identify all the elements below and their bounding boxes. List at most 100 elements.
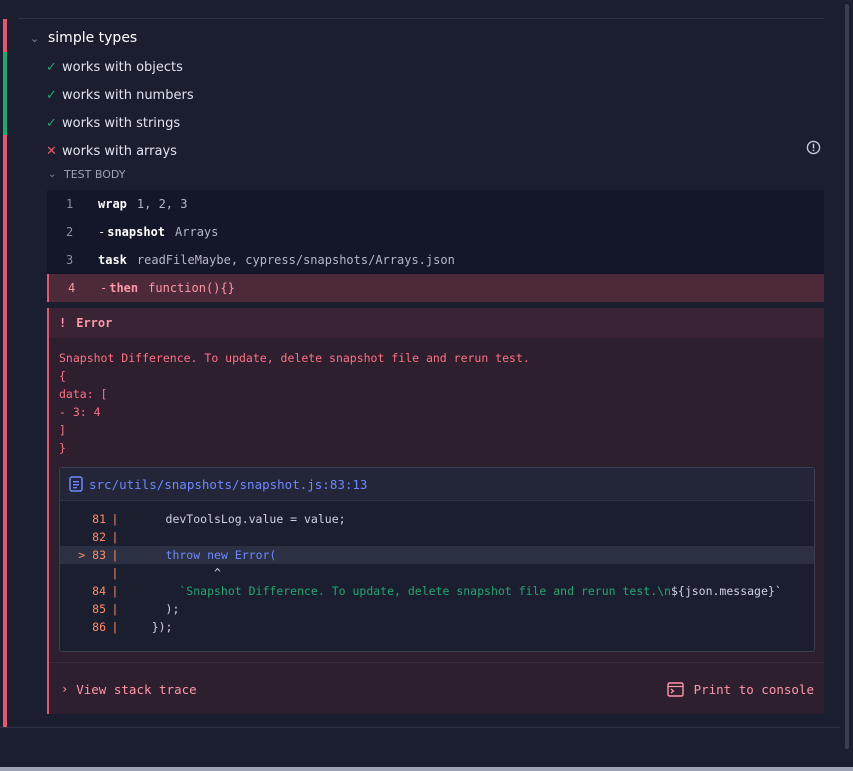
error-panel: ! Error Snapshot Difference. To update, … <box>47 308 824 714</box>
error-message-line: data: [ <box>59 387 108 401</box>
command-message: readFileMaybe, cypress/snapshots/Arrays.… <box>136 253 455 267</box>
line-gutter: | <box>111 602 119 616</box>
print-to-console-button[interactable]: Print to console <box>666 681 814 697</box>
command-message: function(){} <box>148 281 235 295</box>
test-row[interactable]: ✓ works with objects <box>46 57 183 77</box>
line-code: `Snapshot Difference. To update, delete … <box>124 584 782 598</box>
command-message: Arrays <box>175 225 219 239</box>
line-gutter: | <box>111 584 119 598</box>
code-line: 86 | }); <box>60 618 814 636</box>
scrollbar-thumb[interactable] <box>845 4 849 749</box>
line-number: 86 <box>92 620 106 634</box>
code-lines: 81 | devToolsLog.value = value; 82 | > 8… <box>60 510 814 636</box>
command-log: 1 wrap 1, 2, 3 2 - snapshot Arrays 3 tas… <box>47 190 824 302</box>
code-line: 82 | <box>60 528 814 546</box>
command-number: 1 <box>66 197 74 211</box>
view-stack-trace-button[interactable]: › View stack trace <box>61 682 197 697</box>
tests-passed-indicator <box>3 52 7 135</box>
code-keyword: new <box>200 548 228 562</box>
file-icon <box>69 476 83 492</box>
command-row[interactable]: 1 wrap 1, 2, 3 <box>47 190 824 218</box>
chevron-right-icon: › <box>61 682 69 696</box>
line-number: 81 <box>92 512 106 526</box>
command-name: task <box>98 253 127 267</box>
line-marker: > <box>78 548 86 562</box>
check-icon: ✓ <box>46 115 57 131</box>
code-frame-file-link[interactable]: src/utils/snapshots/snapshot.js:83:13 <box>89 477 367 492</box>
code-keyword: throw <box>124 548 201 562</box>
line-gutter: | <box>111 620 119 634</box>
code-frame-header[interactable]: src/utils/snapshots/snapshot.js:83:13 <box>60 468 814 501</box>
suite-title: simple types <box>48 30 138 46</box>
chevron-down-icon: ⌄ <box>30 31 40 45</box>
error-message-line: { <box>59 369 66 383</box>
window-bottom-edge <box>0 767 853 771</box>
error-message: Snapshot Difference. To update, delete s… <box>59 349 530 457</box>
command-number: 3 <box>66 253 74 267</box>
line-gutter: | <box>111 566 119 580</box>
command-row[interactable]: 2 - snapshot Arrays <box>47 218 824 246</box>
code-token: ${json.message}` <box>670 584 782 598</box>
command-row-failed[interactable]: 4 - then function(){} <box>47 274 824 302</box>
line-code: ); <box>124 602 180 616</box>
suite-header[interactable]: ⌄ simple types <box>30 28 137 48</box>
test-row[interactable]: ✕ works with arrays <box>46 141 177 161</box>
check-icon: ✓ <box>46 59 57 75</box>
top-divider <box>18 18 824 19</box>
test-body-label: TEST BODY <box>64 168 126 181</box>
test-title: works with strings <box>62 115 181 131</box>
error-message-line: ] <box>59 423 66 437</box>
test-row[interactable]: ✓ works with strings <box>46 113 180 133</box>
alert-icon[interactable] <box>806 140 821 155</box>
check-icon: ✓ <box>46 87 57 103</box>
test-body-toggle[interactable]: ⌄ TEST BODY <box>48 168 125 181</box>
error-footer: › View stack trace Print to console <box>49 662 824 715</box>
code-line: | ^ <box>60 564 814 582</box>
error-caret: ^ <box>124 566 221 580</box>
command-number: 2 <box>66 225 74 239</box>
child-command-marker: - <box>98 225 106 239</box>
print-to-console-label: Print to console <box>693 681 814 697</box>
error-message-line: - 3: 4 <box>59 405 101 419</box>
error-title: Error <box>76 316 113 330</box>
line-number: 82 <box>92 530 106 544</box>
error-message-line: } <box>59 441 66 455</box>
command-row[interactable]: 3 task readFileMaybe, cypress/snapshots/… <box>47 246 824 274</box>
line-number: > 83 <box>60 548 108 562</box>
error-bang-icon: ! <box>59 316 67 330</box>
line-gutter: | <box>111 548 119 562</box>
test-row[interactable]: ✓ works with numbers <box>46 85 194 105</box>
command-message: 1, 2, 3 <box>136 197 188 211</box>
code-line-highlighted: > 83 | throw new Error( <box>60 546 814 564</box>
view-stack-trace-label: View stack trace <box>76 681 197 697</box>
code-line: 81 | devToolsLog.value = value; <box>60 510 814 528</box>
bottom-divider <box>0 727 840 728</box>
command-name: wrap <box>98 197 127 211</box>
line-code: }); <box>124 620 173 634</box>
line-code: throw new Error( <box>124 548 277 562</box>
test-title: works with arrays <box>62 143 177 159</box>
code-token: Error( <box>227 548 277 562</box>
chevron-down-icon: ⌄ <box>48 169 57 180</box>
line-number-value: 83 <box>92 548 106 562</box>
reporter-panel: ⌄ simple types ✓ works with objects ✓ wo… <box>0 0 840 728</box>
child-command-marker: - <box>100 281 108 295</box>
line-gutter: | <box>111 530 119 544</box>
error-header: ! Error <box>49 308 824 338</box>
code-frame: src/utils/snapshots/snapshot.js:83:13 81… <box>59 467 815 652</box>
test-title: works with numbers <box>62 87 194 103</box>
command-name: then <box>109 281 139 295</box>
line-code: devToolsLog.value = value; <box>124 512 346 526</box>
error-message-line: Snapshot Difference. To update, delete s… <box>59 351 530 365</box>
line-number: 85 <box>92 602 106 616</box>
command-name: snapshot <box>107 225 166 239</box>
test-title: works with objects <box>62 59 183 75</box>
command-number: 4 <box>68 281 76 295</box>
code-line: 85 | ); <box>60 600 814 618</box>
code-string: `Snapshot Difference. To update, delete … <box>124 584 671 598</box>
terminal-icon <box>666 681 684 697</box>
close-icon: ✕ <box>46 143 57 159</box>
line-number: 84 <box>92 584 106 598</box>
line-gutter: | <box>111 512 119 526</box>
code-line: 84 | `Snapshot Difference. To update, de… <box>60 582 814 600</box>
